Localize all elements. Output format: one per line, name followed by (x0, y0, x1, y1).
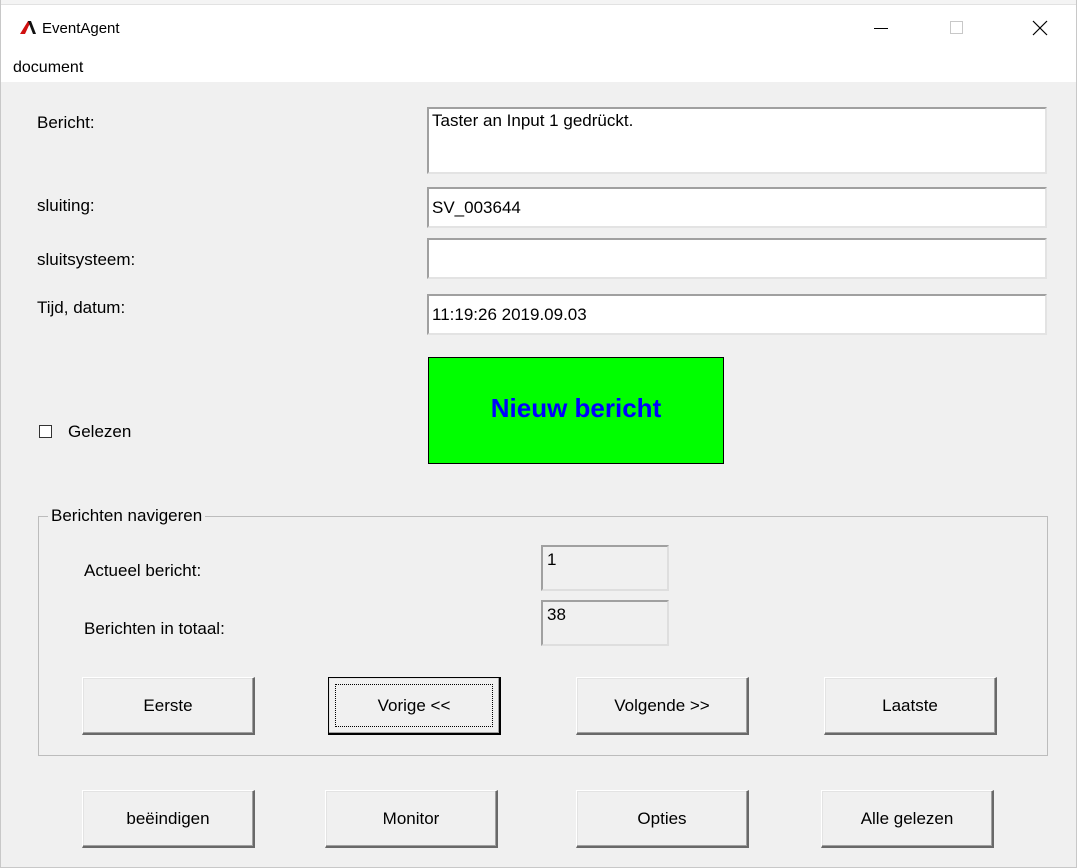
beeindigen-button[interactable]: beëindigen (82, 790, 255, 848)
background-window-strip (1, 0, 1076, 5)
laatste-button[interactable]: Laatste (824, 677, 997, 735)
tijd-datum-label: Tijd, datum: (37, 298, 126, 317)
laatste-button-label: Laatste (882, 695, 938, 715)
title-bar[interactable]: EventAgent (1, 0, 1076, 54)
minimize-button[interactable] (858, 6, 904, 50)
sluiting-label: sluiting: (37, 196, 95, 215)
opties-button[interactable]: Opties (576, 790, 749, 848)
navigation-group-title: Berichten navigeren (48, 506, 206, 526)
volgende-button-label: Volgende >> (614, 695, 710, 715)
berichten-totaal-value: 38 (541, 600, 669, 646)
gelezen-label[interactable]: Gelezen (68, 422, 131, 442)
eerste-button[interactable]: Eerste (82, 677, 255, 735)
tijd-datum-field[interactable]: 11:19:26 2019.09.03 (427, 294, 1047, 335)
actueel-bericht-value: 1 (541, 545, 669, 591)
alle-gelezen-button-label: Alle gelezen (860, 808, 954, 828)
bericht-field[interactable]: Taster an Input 1 gedrückt. (427, 107, 1047, 174)
close-icon (1032, 20, 1048, 36)
berichten-totaal-label: Berichten in totaal: (84, 619, 225, 638)
eventagent-logo-icon (20, 21, 36, 34)
beeindigen-button-label: beëindigen (126, 808, 210, 828)
alle-gelezen-button[interactable]: Alle gelezen (821, 790, 994, 848)
eerste-button-label: Eerste (143, 695, 193, 715)
status-indicator: Nieuw bericht (428, 357, 724, 464)
minimize-icon (874, 28, 888, 29)
sluitsysteem-label: sluitsysteem: (37, 250, 136, 269)
menu-document[interactable]: document (13, 58, 83, 78)
menu-bar: document (1, 54, 1076, 82)
vorige-button[interactable]: Vorige << (328, 677, 501, 735)
sluiting-field[interactable]: SV_003644 (427, 187, 1047, 228)
maximize-icon (950, 21, 963, 34)
bericht-label: Bericht: (37, 113, 95, 132)
close-button[interactable] (1017, 6, 1063, 50)
eventagent-window: EventAgent document Bericht: Taster an I… (0, 0, 1077, 868)
sluitsysteem-field[interactable] (427, 238, 1047, 279)
gelezen-checkbox[interactable] (39, 425, 52, 438)
maximize-button[interactable] (934, 6, 980, 50)
volgende-button[interactable]: Volgende >> (576, 677, 749, 735)
vorige-button-label: Vorige << (377, 695, 451, 715)
monitor-button[interactable]: Monitor (325, 790, 498, 848)
opties-button-label: Opties (637, 808, 687, 828)
actueel-bericht-label: Actueel bericht: (84, 561, 202, 580)
window-title: EventAgent (42, 20, 120, 37)
monitor-button-label: Monitor (382, 808, 440, 828)
